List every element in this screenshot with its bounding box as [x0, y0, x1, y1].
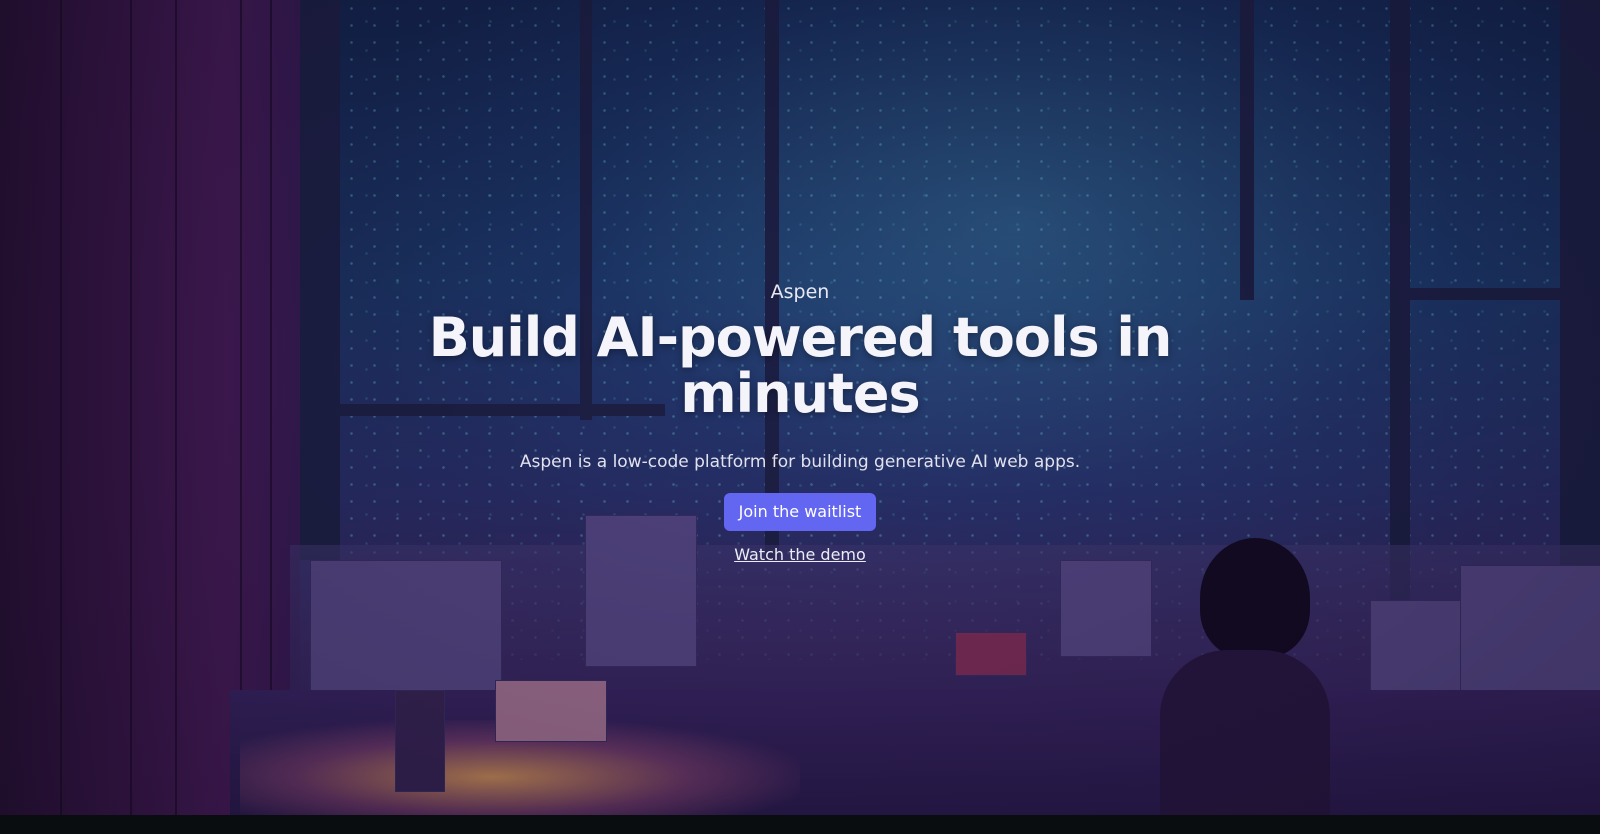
- watch-demo-link[interactable]: Watch the demo: [734, 545, 866, 564]
- brand-name: Aspen: [770, 281, 830, 303]
- hero-headline: Build AI-powered tools in minutes: [428, 306, 1173, 425]
- demo-link-row: Watch the demo: [0, 545, 1600, 564]
- page-bottom-strip: [0, 815, 1600, 834]
- hero-section: Aspen Build AI-powered tools in minutes …: [0, 0, 1600, 815]
- hero-content: Aspen Build AI-powered tools in minutes …: [0, 278, 1600, 564]
- hero-subtitle: Aspen is a low-code platform for buildin…: [519, 452, 1081, 472]
- join-waitlist-button[interactable]: Join the waitlist: [723, 493, 877, 531]
